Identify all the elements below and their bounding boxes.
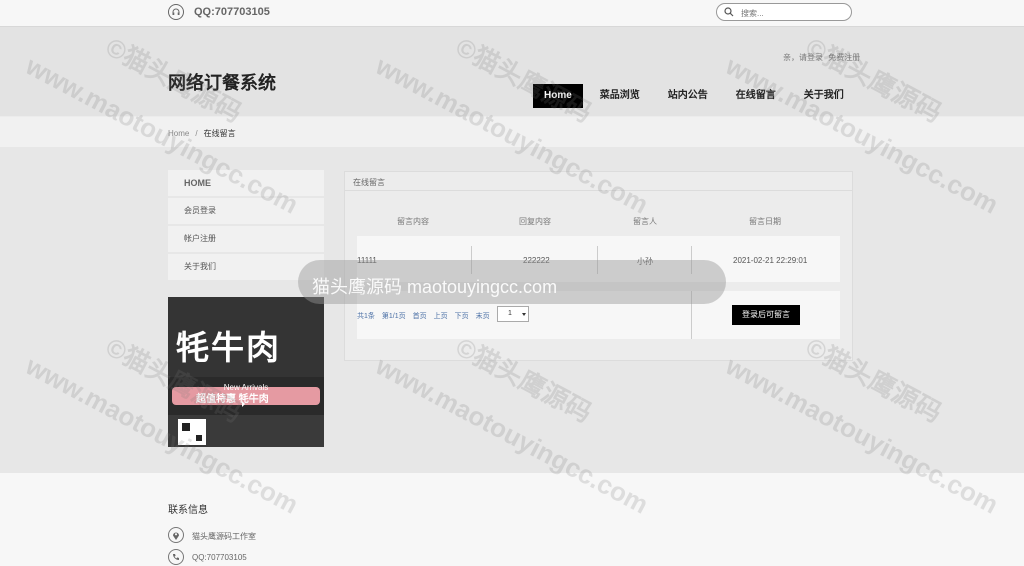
search-input[interactable]	[739, 6, 843, 20]
panel-divider	[345, 190, 852, 191]
sidebar-menu: HOME 会员登录 帐户注册 关于我们	[168, 170, 324, 282]
main-nav: Home 菜品浏览 站内公告 在线留言 关于我们	[533, 84, 861, 108]
nav-about[interactable]: 关于我们	[793, 84, 855, 108]
pager-last[interactable]: 末页	[476, 311, 490, 321]
contact-company: 猫头鹰源码工作室	[192, 532, 256, 541]
pager-next[interactable]: 下页	[455, 311, 469, 321]
site-footer: 联系信息 猫头鹰源码工作室 QQ:707703105	[0, 473, 1024, 566]
top-bar: QQ:707703105	[0, 0, 1024, 27]
main-content: HOME 会员登录 帐户注册 关于我们 牦牛肉 超值特惠 牦牛肉 New Arr…	[0, 147, 1024, 473]
qq-contact: QQ:707703105	[194, 6, 270, 18]
login-link[interactable]: 亲，请登录	[783, 53, 823, 62]
chevron-down-icon	[522, 313, 526, 316]
qr-code-block	[196, 435, 202, 441]
register-link[interactable]: 免费注册	[828, 53, 860, 62]
breadcrumb-bar: Home / 在线留言	[0, 117, 1024, 147]
panel-title: 在线留言	[353, 178, 385, 187]
column-header-reply: 回复内容	[519, 217, 551, 226]
pagination: 共1条 第1/1页 首页 上页 下页 末页	[357, 311, 497, 321]
cell-date: 2021-02-21 22:29:01	[733, 256, 808, 265]
search-box[interactable]	[716, 3, 852, 21]
search-icon[interactable]	[724, 7, 734, 17]
auth-links: 亲，请登录 免费注册	[780, 52, 860, 63]
contact-qq-text: QQ:707703105	[192, 553, 247, 562]
sidebar-item-login[interactable]: 会员登录	[168, 198, 324, 224]
phone-icon	[168, 549, 184, 565]
promo-subtitle: 超值特惠 牦牛肉	[196, 394, 269, 405]
breadcrumb-home[interactable]: Home	[168, 129, 189, 138]
pager-prev[interactable]: 上页	[434, 311, 448, 321]
qr-code-block	[182, 423, 190, 431]
sidebar-item-home[interactable]: HOME	[168, 170, 324, 196]
sidebar-item-register[interactable]: 帐户注册	[168, 226, 324, 252]
breadcrumb: Home / 在线留言	[168, 128, 236, 139]
site-title: 网络订餐系统	[168, 73, 276, 93]
column-header-content: 留言内容	[397, 217, 429, 226]
breadcrumb-separator: /	[195, 129, 198, 138]
page-select[interactable]: 1	[497, 306, 529, 322]
pager-total: 共1条	[357, 313, 375, 320]
login-to-post-button[interactable]: 登录后可留言	[732, 305, 800, 325]
promo-tag: New Arrivals	[223, 383, 269, 392]
promo-banner[interactable]: 牦牛肉 超值特惠 牦牛肉 New Arrivals	[168, 297, 324, 447]
promo-headline: 牦牛肉	[176, 329, 281, 366]
page-select-value: 1	[508, 310, 512, 317]
headset-icon	[168, 4, 184, 20]
column-header-date: 留言日期	[749, 217, 781, 226]
breadcrumb-current: 在线留言	[203, 129, 236, 138]
location-pin-icon	[168, 527, 184, 543]
site-header: 网络订餐系统 亲，请登录 免费注册 Home 菜品浏览 站内公告 在线留言 关于…	[0, 27, 1024, 116]
column-header-author: 留言人	[633, 217, 657, 226]
nav-messages[interactable]: 在线留言	[725, 84, 787, 108]
pager-first[interactable]: 首页	[413, 311, 427, 321]
play-icon	[242, 401, 245, 407]
watermark-banner-text: 猫头鹰源码 maotouyingcc.com	[312, 277, 558, 297]
nav-home[interactable]: Home	[533, 84, 583, 108]
pager-page: 第1/1页	[381, 313, 406, 320]
footer-title: 联系信息	[168, 505, 208, 516]
nav-announcements[interactable]: 站内公告	[657, 84, 719, 108]
nav-dishes[interactable]: 菜品浏览	[589, 84, 651, 108]
